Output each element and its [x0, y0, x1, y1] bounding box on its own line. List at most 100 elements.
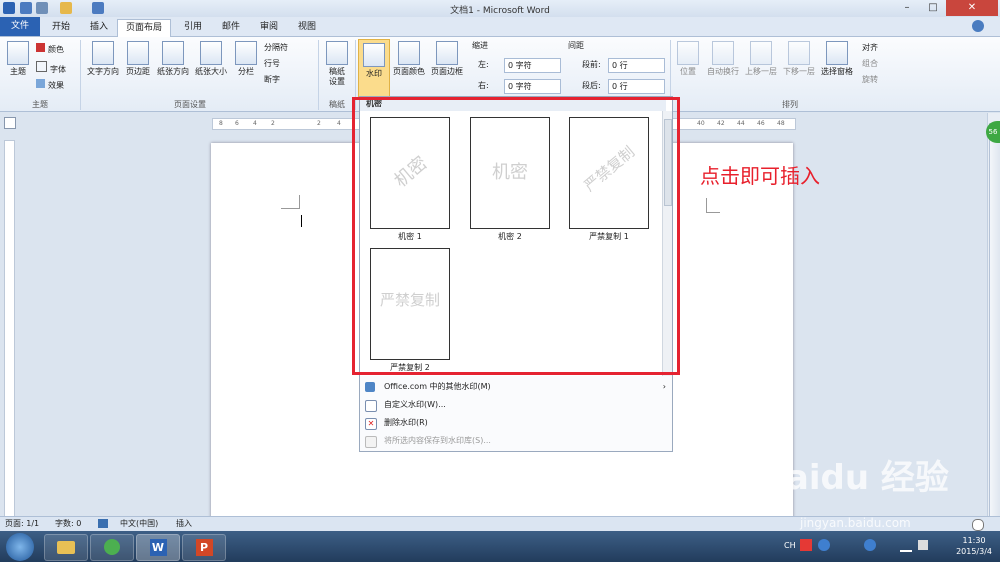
- network-icon[interactable]: [900, 540, 912, 552]
- columns-icon: [235, 41, 257, 65]
- tab-home[interactable]: 开始: [44, 19, 78, 35]
- ruler-tick: 48: [777, 120, 785, 127]
- ruler-tick: 42: [717, 120, 725, 127]
- word-icon: W: [149, 539, 167, 556]
- send-backward-button[interactable]: 下移一层: [780, 41, 818, 77]
- sogou-icon[interactable]: [800, 539, 812, 551]
- text-direction-button[interactable]: 文字方向: [84, 41, 122, 77]
- remove-watermark-icon: ✕: [365, 418, 377, 430]
- explorer-taskbar-button[interactable]: [44, 534, 88, 561]
- zoom-in-icon[interactable]: [972, 519, 984, 531]
- tab-references[interactable]: 引用: [176, 19, 210, 35]
- spacing-after-field[interactable]: 0 行: [608, 79, 665, 94]
- indent-left-field[interactable]: 0 字符: [504, 58, 561, 73]
- page-color-button[interactable]: 页面颜色: [390, 41, 428, 77]
- remove-watermark-menu-item[interactable]: ✕ 删除水印(R): [360, 414, 672, 432]
- bring-forward-button[interactable]: 上移一层: [742, 41, 780, 77]
- help-icon[interactable]: [972, 20, 984, 32]
- ruler-tick: 46: [757, 120, 765, 127]
- indent-label: 缩进: [472, 41, 488, 50]
- effects-label: 效果: [48, 81, 64, 90]
- indent-right-field[interactable]: 0 字符: [504, 79, 561, 94]
- tab-mailings[interactable]: 邮件: [214, 19, 248, 35]
- manuscript-label: 稿纸 设置: [329, 67, 345, 86]
- ribbon-tabs: 文件 开始 插入 页面布局 引用 邮件 审阅 视图: [0, 17, 1000, 37]
- rotate-button[interactable]: 旋转: [862, 75, 878, 85]
- office-online-icon: [365, 382, 375, 392]
- powerpoint-taskbar-button[interactable]: P: [182, 534, 226, 561]
- page-setup-group-label: 页面设置: [174, 100, 206, 109]
- insert-mode[interactable]: 插入: [176, 517, 192, 531]
- app-taskbar-button[interactable]: [90, 534, 134, 561]
- fonts-button[interactable]: 字体: [36, 61, 66, 75]
- help-tray-icon[interactable]: [818, 539, 830, 551]
- themes-icon: [7, 41, 29, 65]
- page-borders-button[interactable]: 页面边框: [428, 41, 466, 77]
- volume-icon[interactable]: [918, 540, 928, 550]
- wrap-text-icon: [712, 41, 734, 65]
- ime-indicator[interactable]: CH: [784, 541, 796, 550]
- system-clock[interactable]: 11:30 2015/3/4: [956, 535, 992, 557]
- selection-pane-button[interactable]: 选择窗格: [818, 41, 856, 77]
- columns-label: 分栏: [238, 67, 254, 76]
- breaks-button[interactable]: 分隔符: [264, 43, 288, 53]
- vertical-scrollbar[interactable]: [987, 113, 1000, 525]
- proofing-icon[interactable]: [98, 519, 108, 528]
- size-button[interactable]: 纸张大小: [192, 41, 230, 77]
- colors-button[interactable]: 颜色: [36, 43, 64, 55]
- ruler-tick: 2: [317, 120, 321, 127]
- effects-button[interactable]: 效果: [36, 79, 64, 91]
- manuscript-settings-button[interactable]: 稿纸 设置: [322, 41, 352, 87]
- hyphenation-button[interactable]: 断字: [264, 75, 280, 85]
- line-numbers-button[interactable]: 行号: [264, 59, 280, 69]
- folder-icon: [57, 541, 75, 554]
- word-count[interactable]: 字数: 0: [55, 517, 81, 531]
- baidu-url: jingyan.baidu.com: [800, 516, 911, 530]
- start-button[interactable]: [6, 533, 34, 561]
- tab-file[interactable]: 文件: [0, 17, 40, 36]
- maximize-button[interactable]: □: [920, 0, 946, 16]
- ruler-tick: 6: [235, 120, 239, 127]
- menu-item-label: 删除水印(R): [384, 418, 428, 427]
- green-app-icon: [104, 539, 120, 555]
- menu-item-label: Office.com 中的其他水印(M): [384, 382, 491, 391]
- text-direction-icon: [92, 41, 114, 65]
- wrap-text-button[interactable]: 自动换行: [704, 41, 742, 77]
- tray-app-icon[interactable]: [864, 539, 876, 551]
- watermark-button[interactable]: 水印: [358, 39, 390, 97]
- tab-view[interactable]: 视图: [290, 19, 324, 35]
- more-watermarks-menu-item[interactable]: Office.com 中的其他水印(M) ›: [360, 378, 672, 396]
- tab-insert[interactable]: 插入: [82, 19, 116, 35]
- tab-page-layout[interactable]: 页面布局: [117, 19, 172, 37]
- align-button[interactable]: 对齐: [862, 43, 878, 53]
- orientation-button[interactable]: 纸张方向: [154, 41, 192, 77]
- word-taskbar-button[interactable]: W: [136, 534, 180, 561]
- orientation-label: 纸张方向: [157, 67, 189, 76]
- breaks-label: 分隔符: [264, 43, 288, 52]
- watermark-label: 水印: [366, 69, 382, 78]
- group-button[interactable]: 组合: [862, 59, 878, 69]
- page-borders-label: 页面边框: [431, 67, 463, 76]
- minimize-button[interactable]: –: [894, 0, 920, 16]
- columns-button[interactable]: 分栏: [232, 41, 260, 77]
- close-button[interactable]: ✕: [946, 0, 998, 16]
- tab-selector[interactable]: [4, 117, 16, 129]
- page-count[interactable]: 页面: 1/1: [5, 517, 39, 531]
- tab-review[interactable]: 审阅: [252, 19, 286, 35]
- menu-item-label: 自定义水印(W)...: [384, 400, 446, 409]
- send-backward-label: 下移一层: [783, 67, 815, 76]
- group-divider: [318, 40, 319, 110]
- highlight-box: [352, 97, 680, 375]
- colors-icon: [36, 43, 45, 52]
- language[interactable]: 中文(中国): [120, 517, 158, 531]
- custom-watermark-menu-item[interactable]: 自定义水印(W)...: [360, 396, 672, 414]
- scroll-thumb[interactable]: [989, 123, 1000, 525]
- margins-button[interactable]: 页边距: [122, 41, 154, 77]
- position-button[interactable]: 位置: [674, 41, 702, 77]
- manuscript-icon: [326, 41, 348, 65]
- size-label: 纸张大小: [195, 67, 227, 76]
- menu-item-label: 将所选内容保存到水印库(S)...: [384, 436, 491, 445]
- spacing-before-field[interactable]: 0 行: [608, 58, 665, 73]
- themes-button[interactable]: 主题: [4, 41, 32, 77]
- bring-forward-label: 上移一层: [745, 67, 777, 76]
